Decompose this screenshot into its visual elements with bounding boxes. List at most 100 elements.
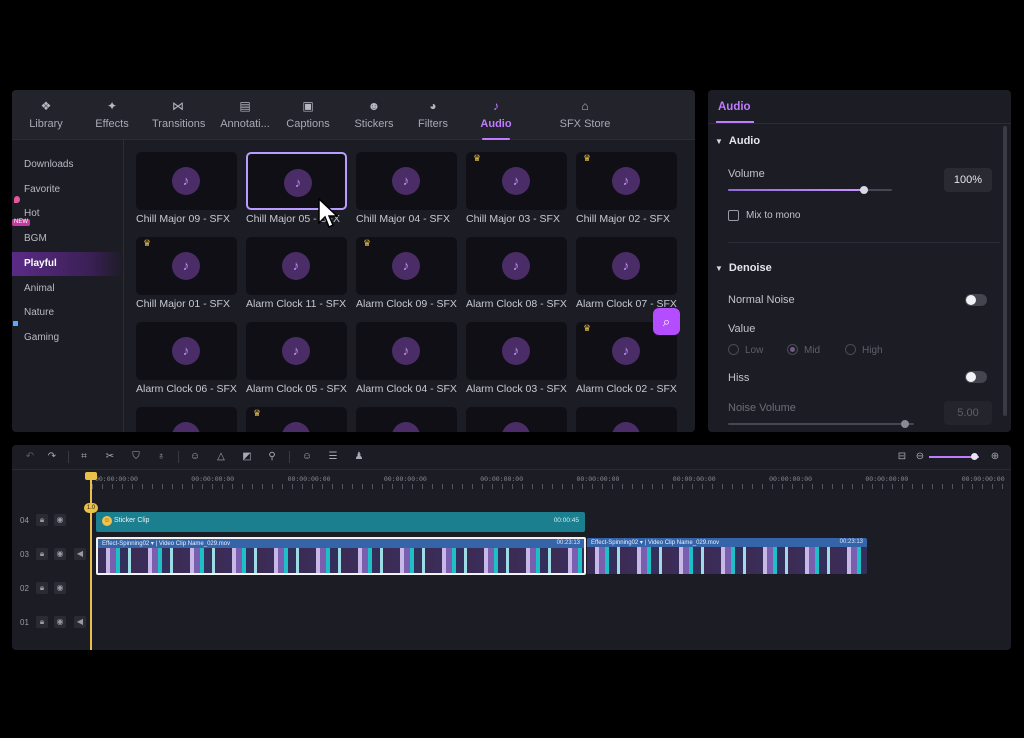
hiss-toggle[interactable] (965, 371, 987, 383)
replace-icon[interactable]: ◩ (239, 450, 255, 464)
audio-item[interactable]: ♪ Alarm Clock 04 - SFX (356, 322, 457, 395)
audio-item[interactable]: ♪ (136, 407, 237, 432)
volume-value-input[interactable]: 100% (944, 168, 992, 192)
mix-to-mono-checkbox[interactable] (728, 210, 739, 221)
audio-thumbnail[interactable]: ♪ (356, 322, 457, 380)
search-button[interactable]: ⌕ (653, 308, 680, 335)
tab-annotati[interactable]: ▤ Annotati... (217, 90, 273, 140)
video-clip-2[interactable]: Effect-Spinning02 ▾ | Video Clip Name_02… (587, 538, 867, 574)
emoji-icon[interactable]: ☺ (299, 450, 315, 464)
zoom-out-icon[interactable]: ⊖ (912, 450, 928, 464)
normal-noise-toggle[interactable] (965, 294, 987, 306)
audio-item[interactable]: ♪♛ (246, 407, 347, 432)
microphone-icon[interactable]: ♁ (153, 450, 169, 464)
speaker-icon[interactable]: ◀ (74, 548, 86, 560)
shield-icon[interactable]: ⛉ (128, 450, 144, 464)
audio-item[interactable]: ♪ ♛ Chill Major 03 - SFX (466, 152, 567, 225)
keyframe-icon[interactable]: ⚲ (264, 450, 280, 464)
audio-item[interactable]: ♪ Chill Major 09 - SFX (136, 152, 237, 225)
audio-item[interactable]: ♪ Alarm Clock 05 - SFX (246, 322, 347, 395)
audio-item[interactable]: ♪ Alarm Clock 03 - SFX (466, 322, 567, 395)
audio-item[interactable]: ♪ Alarm Clock 11 - SFX (246, 237, 347, 310)
audio-thumbnail[interactable]: ♪ (356, 152, 457, 210)
audio-thumbnail[interactable]: ♪ (466, 237, 567, 295)
audio-item[interactable]: ♪ Alarm Clock 06 - SFX (136, 322, 237, 395)
properties-scrollbar[interactable] (1003, 126, 1007, 416)
denoise-section-header[interactable]: ▼ Denoise (715, 262, 772, 274)
audio-thumbnail[interactable]: ♪♛ (246, 407, 347, 432)
volume-slider-knob[interactable] (860, 186, 869, 194)
audio-thumbnail[interactable]: ♪♛ (136, 237, 237, 295)
audio-item[interactable]: ♪ (576, 407, 677, 432)
audio-thumbnail[interactable]: ♪ (576, 237, 677, 295)
volume-slider[interactable] (728, 186, 892, 194)
redo-icon[interactable]: ↷ (44, 450, 60, 464)
audio-thumbnail[interactable]: ♪ (466, 322, 567, 380)
audio-thumbnail[interactable]: ♪ (466, 407, 567, 432)
audio-thumbnail[interactable]: ♪ (576, 407, 677, 432)
audio-item[interactable]: ♪ Alarm Clock 08 - SFX (466, 237, 567, 310)
marker-badge[interactable]: 1.0 (84, 503, 98, 513)
timeline-ruler[interactable]: 00:00:00:00 00:00:00:00 00:00:00:00 00:00:0… (92, 470, 1011, 490)
audio-thumbnail[interactable]: ♪ (136, 152, 237, 210)
split-icon[interactable]: ✂ (102, 450, 118, 464)
category-downloads[interactable]: Downloads (12, 153, 124, 177)
lock-icon[interactable]: 🔒︎ (36, 616, 48, 628)
lock-icon[interactable]: 🔒︎ (36, 514, 48, 526)
tab-filters[interactable]: ◕ Filters (412, 90, 454, 140)
audio-item[interactable]: ♪ ♛ Alarm Clock 09 - SFX (356, 237, 457, 310)
category-playful[interactable]: Playful (12, 251, 124, 276)
speaker-icon[interactable]: ◀ (74, 616, 86, 628)
lock-icon[interactable]: 🔒︎ (36, 582, 48, 594)
tab-audio[interactable]: ♪ Audio (478, 90, 514, 140)
noise-volume-slider[interactable] (728, 420, 914, 428)
category-bgm[interactable]: BGM NEW (12, 219, 124, 251)
playhead[interactable] (90, 475, 92, 650)
sticker-clip[interactable]: ☺ Sticker Clip 00:00:45 (96, 512, 585, 532)
tab-transitions[interactable]: ⋈ Transitions (152, 90, 205, 140)
audio-thumbnail[interactable]: ♪ (356, 407, 457, 432)
category-nature[interactable]: Nature (12, 301, 124, 325)
eye-icon[interactable]: ◉ (54, 582, 66, 594)
radio-low[interactable] (728, 344, 739, 355)
tab-sfx-store[interactable]: ⌂ SFX Store (550, 90, 620, 140)
crop-icon[interactable]: ⌗ (76, 450, 92, 464)
audio-thumbnail[interactable]: ♪♛ (356, 237, 457, 295)
audio-thumbnail[interactable]: ♪ (136, 322, 237, 380)
audio-thumbnail[interactable]: ♪♛ (576, 152, 677, 210)
audio-item[interactable]: ♪ ♛ Chill Major 02 - SFX (576, 152, 677, 225)
tab-library[interactable]: ❖ Library (26, 90, 66, 140)
audio-item[interactable]: ♪ ♛ Chill Major 01 - SFX (136, 237, 237, 310)
tab-audio-properties[interactable]: Audio (718, 101, 751, 113)
audio-item[interactable]: ♪ (466, 407, 567, 432)
audio-item[interactable]: ♪ Alarm Clock 07 - SFX (576, 237, 677, 310)
audio-thumbnail[interactable]: ♪ (246, 322, 347, 380)
zoom-slider-knob[interactable] (971, 453, 978, 460)
voice-changer-icon[interactable]: ♟ (351, 450, 367, 464)
audio-section-header[interactable]: ▼ Audio (715, 135, 760, 147)
ai-tool-icon[interactable]: △ (213, 450, 229, 464)
face-detect-icon[interactable]: ☺ (187, 450, 203, 464)
playhead-handle[interactable] (85, 472, 97, 480)
noise-volume-slider-knob[interactable] (900, 420, 909, 428)
audio-item[interactable]: ♪ (356, 407, 457, 432)
tab-captions[interactable]: ▣ Captions (280, 90, 336, 140)
undo-icon[interactable]: ↶ (22, 450, 38, 464)
eye-icon[interactable]: ◉ (54, 514, 66, 526)
tab-stickers[interactable]: ☻ Stickers (348, 90, 400, 140)
category-animal[interactable]: Animal (12, 277, 124, 301)
category-favorite[interactable]: Favorite (12, 178, 124, 202)
audio-thumbnail[interactable]: ♪♛ (466, 152, 567, 210)
audio-thumbnail[interactable]: ♪ (136, 407, 237, 432)
zoom-in-icon[interactable]: ⊕ (987, 450, 1003, 464)
noise-volume-value-input[interactable]: 5.00 (944, 401, 992, 425)
fit-timeline-icon[interactable]: ⊟ (894, 450, 910, 464)
audio-thumbnail[interactable]: ♪ (246, 237, 347, 295)
eye-icon[interactable]: ◉ (54, 548, 66, 560)
category-gaming[interactable]: Gaming (12, 320, 124, 350)
radio-mid[interactable] (787, 344, 798, 355)
eye-icon[interactable]: ◉ (54, 616, 66, 628)
text-to-speech-icon[interactable]: ☰ (325, 450, 341, 464)
radio-high[interactable] (845, 344, 856, 355)
audio-item[interactable]: ♪ Chill Major 04 - SFX (356, 152, 457, 225)
